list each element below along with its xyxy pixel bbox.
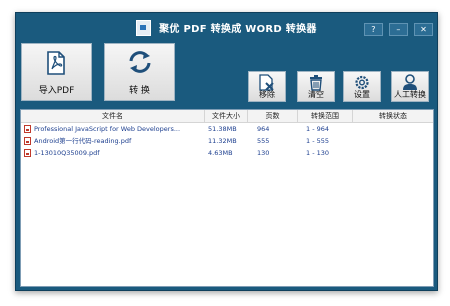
settings-button[interactable]: 设置: [343, 71, 381, 102]
window-controls: ? – ✕: [363, 17, 433, 36]
minimize-button[interactable]: –: [388, 23, 408, 36]
settings-label: 设置: [354, 90, 370, 99]
table-row[interactable]: Professional JavaScript for Web Develope…: [21, 123, 433, 135]
pdf-file-icon: [47, 51, 65, 75]
row-file-name: Professional JavaScript for Web Develope…: [34, 125, 181, 133]
manual-convert-label: 人工转换: [394, 90, 426, 99]
remove-label: 移除: [259, 90, 275, 99]
header-convert-status[interactable]: 转换状态: [353, 110, 433, 122]
row-convert-status: [361, 147, 431, 159]
import-pdf-button[interactable]: 导入PDF: [21, 43, 92, 101]
row-convert-range: 1 - 964: [306, 125, 330, 133]
row-convert-status: [361, 123, 431, 135]
header-file-size[interactable]: 文件大小: [205, 110, 248, 122]
row-convert-status: [361, 135, 431, 147]
clear-label: 清空: [308, 90, 324, 99]
row-file-size: 11.32MB: [208, 137, 237, 145]
file-list[interactable]: 文件名 文件大小 页数 转换范围 转换状态 Professional JavaS…: [20, 109, 434, 287]
row-file-size: 51.38MB: [208, 125, 237, 133]
row-file-name: Android第一行代码-reading.pdf: [34, 137, 132, 145]
close-button[interactable]: ✕: [414, 23, 433, 36]
convert-button[interactable]: 转 换: [104, 43, 175, 101]
app-window: 聚优 PDF 转换成 WORD 转换器 ? – ✕ 导入PDF 转 换 移除 清…: [15, 12, 438, 291]
convert-label: 转 换: [129, 86, 150, 96]
pdf-file-icon: [24, 149, 31, 157]
row-page-count: 555: [257, 137, 270, 145]
clear-button[interactable]: 清空: [297, 71, 335, 102]
window-title: 聚优 PDF 转换成 WORD 转换器: [159, 24, 317, 35]
header-page-count[interactable]: 页数: [248, 110, 298, 122]
header-file-name[interactable]: 文件名: [21, 110, 205, 122]
pdf-file-icon: [24, 137, 31, 145]
row-file-size: 4.63MB: [208, 149, 233, 157]
row-file-name: 1-13010Q35009.pdf: [34, 149, 100, 157]
app-logo-icon: [136, 20, 152, 36]
row-page-count: 964: [257, 125, 270, 133]
pdf-file-icon: [24, 125, 31, 133]
table-row[interactable]: 1-13010Q35009.pdf 4.63MB 130 1 - 130: [21, 147, 433, 159]
refresh-icon: [129, 51, 151, 73]
title-bar: 聚优 PDF 转换成 WORD 转换器 ? – ✕: [16, 13, 437, 43]
file-list-header: 文件名 文件大小 页数 转换范围 转换状态: [21, 110, 433, 123]
manual-convert-button[interactable]: 人工转换: [391, 71, 429, 102]
remove-button[interactable]: 移除: [248, 71, 286, 102]
table-row[interactable]: Android第一行代码-reading.pdf 11.32MB 555 1 -…: [21, 135, 433, 147]
help-button[interactable]: ?: [363, 23, 383, 36]
import-pdf-label: 导入PDF: [38, 86, 75, 96]
row-convert-range: 1 - 555: [306, 137, 330, 145]
header-convert-range[interactable]: 转换范围: [298, 110, 353, 122]
row-convert-range: 1 - 130: [306, 149, 330, 157]
row-page-count: 130: [257, 149, 270, 157]
